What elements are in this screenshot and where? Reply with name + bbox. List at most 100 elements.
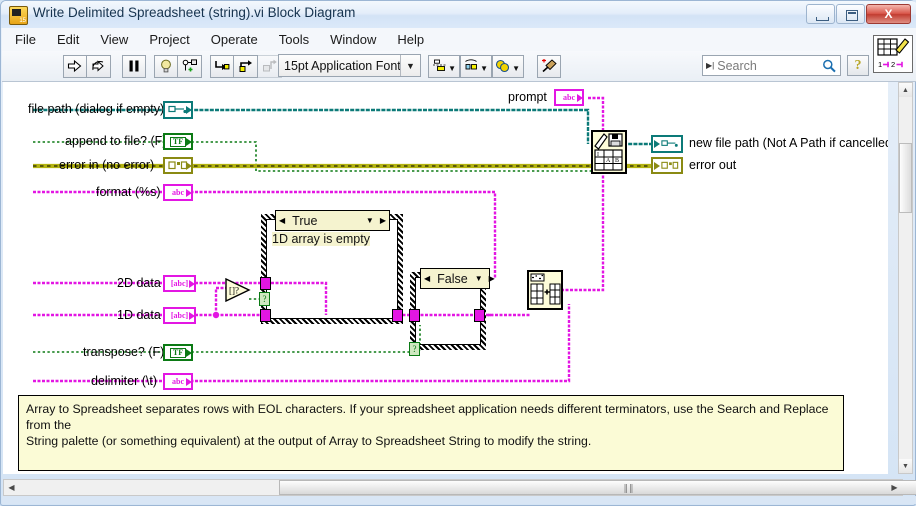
run-button[interactable]: [63, 54, 87, 78]
terminal-append-to-file[interactable]: TF: [163, 133, 193, 150]
menu-item-window[interactable]: Window: [330, 32, 376, 47]
maximize-button[interactable]: [836, 3, 865, 24]
search-scope-icon[interactable]: ▶|: [703, 61, 717, 70]
chevron-down-icon[interactable]: ▼: [448, 64, 456, 73]
run-continuously-icon: [91, 60, 104, 72]
abort-pause-button[interactable]: [122, 54, 146, 78]
menu-item-file[interactable]: File: [15, 32, 36, 47]
font-selector[interactable]: 15pt Application Font ▼: [278, 54, 421, 77]
chevron-down-icon[interactable]: ▼: [363, 216, 377, 225]
retain-wire-values-button[interactable]: [178, 54, 202, 78]
case-selector-terminal-false[interactable]: ?: [409, 342, 420, 356]
step-into-button[interactable]: [210, 54, 234, 78]
case-selector-label: True: [292, 213, 318, 228]
menu-item-view[interactable]: View: [100, 32, 128, 47]
array-string-glyph: [abc]: [170, 278, 189, 288]
case-selector-true[interactable]: ◀ True ▼ ▶: [275, 210, 390, 231]
vi-icon-badge: 15: [19, 18, 26, 24]
case-comment-1d-array-empty: 1D array is empty: [272, 232, 370, 246]
horizontal-scroll-thumb[interactable]: ‖‖: [279, 480, 916, 495]
case-prev-arrow-icon[interactable]: ◀: [421, 274, 433, 283]
labview-block-diagram-window: 15 Write Delimited Spreadsheet (string).…: [0, 0, 916, 506]
clean-up-diagram-icon: [542, 59, 557, 73]
write-to-text-file-node[interactable]: I A B: [591, 130, 627, 174]
minimize-button[interactable]: [806, 3, 835, 24]
input-label-append-to-file: append to file? (F): [65, 134, 167, 148]
align-objects-button[interactable]: ▼: [428, 54, 460, 78]
diagram-comment-box[interactable]: Array to Spreadsheet separates rows with…: [18, 395, 844, 471]
terminal-error-out[interactable]: [651, 157, 683, 174]
empty-array-glyph-icon: []?: [225, 277, 251, 303]
triangle-up-icon[interactable]: ▲: [899, 83, 912, 97]
menu-item-help[interactable]: Help: [397, 32, 424, 47]
cleanup-diagram-button[interactable]: [537, 54, 561, 78]
terminal-transpose[interactable]: TF: [163, 344, 193, 361]
close-icon: X: [884, 6, 893, 21]
input-label-format: format (%s): [96, 185, 161, 199]
terminal-2d-data[interactable]: [abc]: [163, 275, 196, 292]
chevron-down-icon[interactable]: ▼: [480, 64, 488, 73]
menu-item-operate[interactable]: Operate: [211, 32, 258, 47]
pause-icon: [129, 60, 139, 72]
search-input[interactable]: Search: [717, 59, 757, 73]
grid-edit-button[interactable]: 1 2: [873, 35, 913, 73]
triangle-right-icon[interactable]: ▶: [887, 480, 902, 495]
chevron-down-icon[interactable]: ▼: [472, 274, 486, 283]
case-tunnel-1d-in[interactable]: [260, 309, 271, 322]
array-string-glyph: [abc]: [170, 310, 189, 320]
svg-text:2: 2: [891, 60, 895, 69]
svg-text:[]?: []?: [229, 286, 239, 296]
status-bar: [2, 496, 916, 504]
case-tunnel-out[interactable]: [392, 309, 403, 322]
string-glyph: abc: [563, 92, 575, 102]
terminal-new-file-path[interactable]: [651, 135, 683, 153]
search-box[interactable]: ▶| Search: [702, 55, 841, 76]
vertical-scroll-thumb[interactable]: [899, 143, 912, 213]
case-tunnel-false-in[interactable]: [409, 309, 420, 322]
comment-line-1: Array to Spreadsheet separates rows with…: [26, 402, 829, 432]
distribute-objects-button[interactable]: ▼: [460, 54, 492, 78]
run-continuously-button[interactable]: [87, 54, 111, 78]
case-selector-label: False: [437, 271, 468, 286]
menu-item-edit[interactable]: Edit: [57, 32, 79, 47]
input-label-error-in: error in (no error): [59, 158, 155, 172]
highlight-execution-button[interactable]: [154, 54, 178, 78]
reorder-objects-button[interactable]: ▼: [492, 54, 524, 78]
empty-array-primitive[interactable]: []?: [225, 277, 253, 303]
array-to-spreadsheet-string-node[interactable]: [527, 270, 563, 310]
run-arrow-icon: [67, 59, 82, 73]
input-label-prompt: prompt: [508, 90, 547, 104]
align-objects-icon: [433, 59, 446, 71]
case-selector-terminal-true[interactable]: ?: [259, 292, 270, 306]
case-tunnel-false-out[interactable]: [474, 309, 485, 322]
terminal-format[interactable]: abc: [163, 184, 193, 201]
chevron-down-icon[interactable]: ▼: [512, 64, 520, 73]
horizontal-scrollbar[interactable]: ◀ ‖‖ ▶: [3, 479, 916, 496]
window-frame: 15 Write Delimited Spreadsheet (string).…: [0, 0, 916, 506]
terminal-prompt[interactable]: abc: [554, 89, 584, 106]
terminal-error-in[interactable]: [163, 157, 193, 174]
menu-item-project[interactable]: Project: [149, 32, 189, 47]
vertical-scrollbar[interactable]: ▲ ▼: [898, 82, 913, 474]
terminal-1d-data[interactable]: [abc]: [163, 307, 196, 324]
case-next-arrow-icon[interactable]: ▶: [377, 216, 389, 225]
chevron-down-icon[interactable]: ▼: [400, 55, 420, 76]
context-help-button[interactable]: ?: [847, 55, 869, 76]
case-selector-false[interactable]: ◀ False ▼ ▶: [420, 268, 495, 289]
triangle-down-icon[interactable]: ▼: [899, 459, 912, 473]
distribute-objects-icon: [465, 59, 477, 70]
case-next-arrow-icon[interactable]: ▶: [486, 274, 498, 283]
close-button[interactable]: X: [866, 3, 911, 24]
terminal-file-path[interactable]: [163, 101, 193, 119]
case-tunnel-2d-in[interactable]: [260, 277, 271, 290]
magnifier-icon[interactable]: [822, 59, 836, 73]
step-out-icon: [262, 59, 277, 72]
window-controls: X: [805, 3, 911, 24]
menu-bar: File Edit View Project Operate Tools Win…: [2, 28, 916, 52]
triangle-left-icon[interactable]: ◀: [4, 480, 19, 495]
window-title: Write Delimited Spreadsheet (string).vi …: [33, 5, 356, 20]
case-prev-arrow-icon[interactable]: ◀: [276, 216, 288, 225]
menu-item-tools[interactable]: Tools: [279, 32, 309, 47]
step-over-button[interactable]: [234, 54, 258, 78]
terminal-delimiter[interactable]: abc: [163, 373, 193, 390]
